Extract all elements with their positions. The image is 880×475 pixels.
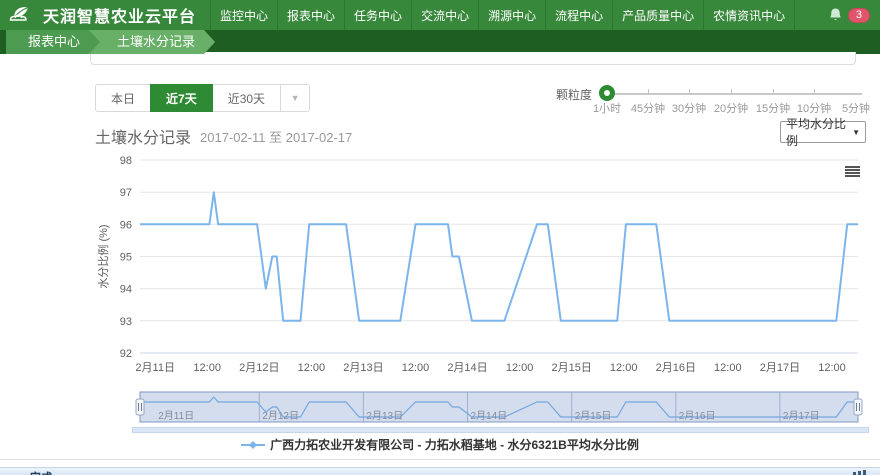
navigator-handle-left[interactable] xyxy=(136,399,144,415)
granularity-slider: 1小时 45分钟 30分钟 20分钟 15分钟 10分钟 5分钟 xyxy=(600,80,862,116)
x-tick-label: 2月15日 xyxy=(552,362,592,374)
cloud-leaf-logo-icon xyxy=(8,4,38,26)
metric-select-value: 平均水分比例 xyxy=(786,115,852,149)
metric-select[interactable]: 平均水分比例 ▼ xyxy=(780,121,866,143)
soil-moisture-chart: 92 93 94 95 96 97 98 2月11日 12:00 2月12日 12:00 2月13日 1… xyxy=(95,152,865,380)
x-tick-label: 12:00 xyxy=(818,362,846,374)
granularity-label: 颗粒度 xyxy=(556,86,592,103)
y-tick-label: 97 xyxy=(120,187,132,199)
y-tick-label: 94 xyxy=(120,284,132,296)
page-title: 土壤水分记录 xyxy=(95,124,191,148)
main-menu: 监控中心 报表中心 任务中心 交流中心 溯源中心 流程中心 产品质量中心 农情资… xyxy=(210,0,795,30)
x-tick-label: 2月16日 xyxy=(656,362,696,374)
slider-tick xyxy=(773,89,774,95)
app-title: 天润智慧农业云平台 xyxy=(43,3,196,27)
granularity-option-10m[interactable]: 10分钟 xyxy=(797,100,831,116)
y-tick-label: 95 xyxy=(120,252,132,264)
slider-tick xyxy=(648,89,649,95)
navigator-handle-right[interactable] xyxy=(854,399,862,415)
slider-handle[interactable] xyxy=(599,85,615,101)
filter-panel-bottom-edge xyxy=(90,52,856,65)
x-tick-label: 2月13日 xyxy=(343,362,383,374)
date-range-text: 2017-02-11 至 2017-02-17 xyxy=(200,127,352,146)
x-tick-label: 12:00 xyxy=(402,362,430,374)
menu-item-monitor[interactable]: 监控中心 xyxy=(210,0,277,30)
y-axis-title: 水分比例 (%) xyxy=(96,224,110,288)
range-button-7days[interactable]: 近7天 xyxy=(150,84,213,112)
bell-icon[interactable] xyxy=(828,7,843,23)
chevron-down-icon: ▼ xyxy=(852,128,860,137)
y-tick-label: 93 xyxy=(120,316,132,328)
x-tick-label: 12:00 xyxy=(193,362,221,374)
slider-tick xyxy=(689,89,690,95)
x-tick-label: 2月12日 xyxy=(239,362,279,374)
granularity-option-30m[interactable]: 30分钟 xyxy=(672,100,706,116)
menu-item-agrinews[interactable]: 农情资讯中心 xyxy=(703,0,795,30)
chart-legend: 广西力拓农业开发有限公司 - 力拓水稻基地 - 水分6321B平均水分比例 xyxy=(0,436,880,455)
navigator-day-label: 2月17日 xyxy=(783,410,820,422)
range-button-today[interactable]: 本日 xyxy=(95,84,151,112)
y-tick-label: 96 xyxy=(120,219,132,231)
chart-navigator: 2月11日 2月12日 2月13日 2月14日 2月15日 2月16日 2月17日 xyxy=(95,390,865,426)
legend-item[interactable]: 广西力拓农业开发有限公司 - 力拓水稻基地 - 水分6321B平均水分比例 xyxy=(241,436,639,453)
granularity-option-45m[interactable]: 45分钟 xyxy=(631,100,665,116)
breadcrumb: 报表中心 土壤水分记录 xyxy=(0,30,880,54)
x-tick-label: 2月17日 xyxy=(760,362,800,374)
slider-tick xyxy=(814,89,815,95)
x-tick-label: 12:00 xyxy=(506,362,534,374)
x-tick-label: 12:00 xyxy=(714,362,742,374)
status-text: 完成 xyxy=(30,469,52,475)
navigator-day-label: 2月13日 xyxy=(366,410,403,422)
range-dropdown-button[interactable]: ▼ xyxy=(280,84,310,112)
y-tick-label: 98 xyxy=(120,155,132,167)
breadcrumb-soil-moisture[interactable]: 土壤水分记录 xyxy=(87,30,215,54)
x-tick-label: 12:00 xyxy=(298,362,326,374)
granularity-option-1h[interactable]: 1小时 xyxy=(593,100,621,116)
status-zone-icon xyxy=(853,470,866,475)
date-range-button-group: 本日 近7天 近30天 ▼ xyxy=(95,84,310,112)
granularity-option-20m[interactable]: 20分钟 xyxy=(714,100,748,116)
menu-item-report[interactable]: 报表中心 xyxy=(277,0,344,30)
navigator-svg: 2月11日 2月12日 2月13日 2月14日 2月15日 2月16日 2月17日 xyxy=(95,390,865,426)
x-tick-label: 2月11日 xyxy=(135,362,175,374)
menu-item-trace[interactable]: 溯源中心 xyxy=(478,0,545,30)
granularity-option-5m[interactable]: 5分钟 xyxy=(842,100,870,116)
chevron-down-icon: ▼ xyxy=(291,93,300,103)
browser-status-bar: 完成 xyxy=(0,467,880,475)
top-navbar: 天润智慧农业云平台 监控中心 报表中心 任务中心 交流中心 溯源中心 流程中心 … xyxy=(0,0,880,30)
menu-item-process[interactable]: 流程中心 xyxy=(545,0,612,30)
chart-scrollbar[interactable] xyxy=(132,427,869,433)
navigator-day-label: 2月11日 xyxy=(158,410,194,422)
range-button-30days[interactable]: 近30天 xyxy=(212,84,281,112)
granularity-option-15m[interactable]: 15分钟 xyxy=(756,100,790,116)
y-tick-label: 92 xyxy=(120,348,132,360)
x-tick-label: 2月14日 xyxy=(447,362,487,374)
divider xyxy=(0,459,880,460)
legend-label: 广西力拓农业开发有限公司 - 力拓水稻基地 - 水分6321B平均水分比例 xyxy=(270,436,639,453)
menu-item-task[interactable]: 任务中心 xyxy=(344,0,411,30)
legend-line-marker-icon xyxy=(241,440,265,450)
x-tick-label: 12:00 xyxy=(610,362,638,374)
brand[interactable]: 天润智慧农业云平台 xyxy=(0,0,196,30)
navigator-day-label: 2月15日 xyxy=(575,410,612,422)
navigator-day-label: 2月16日 xyxy=(679,410,716,422)
main-chart-svg: 92 93 94 95 96 97 98 2月11日 12:00 2月12日 12:00 2月13日 1… xyxy=(95,152,865,380)
slider-tick xyxy=(731,89,732,95)
menu-item-quality[interactable]: 产品质量中心 xyxy=(612,0,703,30)
breadcrumb-report-center[interactable]: 报表中心 xyxy=(6,30,100,54)
chart-menu-icon[interactable] xyxy=(845,166,860,178)
navigator-day-label: 2月12日 xyxy=(262,410,299,422)
notification-badge[interactable]: 3 xyxy=(848,8,870,23)
navigator-day-label: 2月14日 xyxy=(471,410,508,422)
menu-item-exchange[interactable]: 交流中心 xyxy=(411,0,478,30)
